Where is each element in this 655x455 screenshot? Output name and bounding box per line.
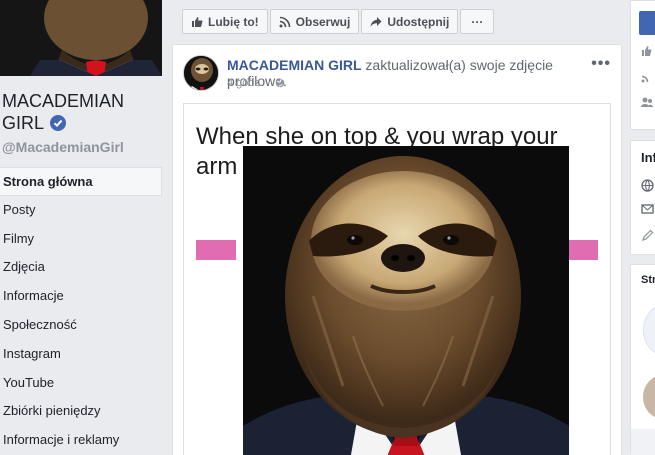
share-button[interactable]: Udostępnij (361, 9, 459, 34)
page-title: MACADEMIAN GIRL (2, 90, 162, 134)
nav-item-posts[interactable]: Posty (0, 196, 162, 225)
suggestion-avatar[interactable] (643, 305, 655, 355)
nav-item-community[interactable]: Społeczność (0, 311, 162, 340)
right-column: Inf Str (630, 0, 655, 455)
profile-picture[interactable] (0, 0, 162, 76)
more-options-button[interactable]: ··· (460, 9, 495, 34)
pink-bar-left (196, 240, 236, 260)
nav-item-youtube[interactable]: YouTube (0, 369, 162, 398)
nav-item-fundraisers[interactable]: Zbiórki pieniędzy (0, 397, 162, 426)
post-image[interactable]: When she on top & you wrap your arm arou… (183, 103, 611, 455)
nav-item-videos[interactable]: Filmy (0, 225, 162, 254)
nav-item-photos[interactable]: Zdjęcia (0, 253, 162, 282)
nav-item-instagram[interactable]: Instagram (0, 340, 162, 369)
page-handle[interactable]: @MacademianGirl (2, 139, 124, 155)
dot-separator: · (267, 77, 271, 89)
post-timestamp[interactable]: 4 godz. (227, 77, 263, 89)
suggestion-footer (631, 429, 655, 455)
create-button[interactable] (639, 11, 655, 35)
globe-small-icon[interactable] (641, 179, 655, 193)
info-heading: Inf (641, 150, 655, 165)
like-label: Lubię to! (208, 14, 259, 29)
verified-badge-icon (50, 115, 67, 131)
right-card-actions (630, 0, 655, 130)
like-button[interactable]: Lubię to! (182, 9, 268, 34)
post-meta: 4 godz. · (227, 77, 285, 89)
rss-icon (279, 16, 290, 27)
page-action-bar: Lubię to! Obserwuj Udostępnij ··· (182, 9, 496, 34)
post-author-avatar[interactable] (183, 55, 219, 91)
thumbs-up-icon (192, 16, 203, 27)
suggestions-heading: Str (641, 274, 655, 286)
people-icon[interactable] (641, 96, 655, 110)
left-column: MACADEMIAN GIRL @MacademianGirl Strona g… (0, 0, 172, 455)
sloth-profile-photo[interactable] (243, 146, 569, 455)
share-arrow-icon (370, 16, 382, 27)
post-card: MACADEMIAN GIRL zaktualizował(a) swoje z… (172, 44, 622, 455)
page-nav: Strona główna Posty Filmy Zdjęcia Inform… (0, 167, 162, 455)
right-card-suggestions: Str (630, 264, 655, 455)
globe-icon (275, 78, 285, 88)
nav-item-info-ads[interactable]: Informacje i reklamy (0, 426, 162, 455)
right-card-info: Inf (630, 140, 655, 255)
like-outline-icon[interactable] (641, 45, 655, 59)
nav-item-home[interactable]: Strona główna (0, 167, 162, 196)
nav-item-about[interactable]: Informacje (0, 282, 162, 311)
suggestion-avatar-2[interactable] (643, 375, 655, 419)
more-options-icon: ··· (471, 14, 484, 29)
pencil-icon[interactable] (641, 229, 655, 243)
rss-small-icon[interactable] (641, 71, 655, 85)
share-label: Udostępnij (387, 14, 450, 29)
follow-button[interactable]: Obserwuj (269, 9, 360, 34)
message-icon[interactable] (641, 203, 655, 217)
follow-label: Obserwuj (295, 14, 351, 29)
post-menu-icon[interactable]: ••• (591, 55, 611, 73)
post-author-link[interactable]: MACADEMIAN GIRL (227, 57, 362, 73)
